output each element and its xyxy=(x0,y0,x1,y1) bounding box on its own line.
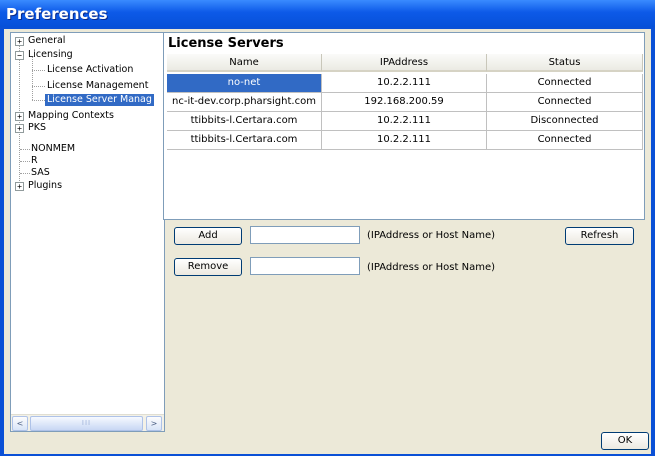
tree-branch-line xyxy=(32,86,45,87)
ok-button[interactable]: OK xyxy=(601,432,649,450)
dialog-client-area: + General − Licensing License Activation… xyxy=(4,29,651,454)
table-cell-name[interactable]: no-net xyxy=(167,74,322,93)
table-cell-status[interactable]: Connected xyxy=(487,131,643,150)
table-cell-ip[interactable]: 10.2.2.111 xyxy=(322,112,487,131)
refresh-button[interactable]: Refresh xyxy=(565,227,634,245)
tree-branch-line xyxy=(20,173,30,174)
column-header-status[interactable]: Status xyxy=(487,54,643,72)
table-cell-name[interactable]: ttibbits-l.Certara.com xyxy=(167,112,322,131)
tree-item-mapping-contexts[interactable]: Mapping Contexts xyxy=(28,110,114,122)
column-header-name[interactable]: Name xyxy=(167,54,322,72)
table-cell-ip[interactable]: 10.2.2.111 xyxy=(322,74,487,93)
tree-branch-line xyxy=(32,70,45,71)
tree-item-r[interactable]: R xyxy=(31,155,38,167)
tree-item-nonmem[interactable]: NONMEM xyxy=(31,143,75,155)
expand-mapping-contexts-icon[interactable]: + xyxy=(15,112,24,121)
table-cell-status[interactable]: Connected xyxy=(487,74,643,93)
table-cell-status[interactable]: Disconnected xyxy=(487,112,643,131)
preferences-tree: + General − Licensing License Activation… xyxy=(10,32,165,432)
table-cell-ip[interactable]: 192.168.200.59 xyxy=(322,93,487,112)
add-button[interactable]: Add xyxy=(174,227,242,245)
title-bar[interactable]: Preferences xyxy=(0,0,655,27)
license-servers-panel: License Servers Name IPAddress Status no… xyxy=(163,32,645,220)
tree-item-license-management[interactable]: License Management xyxy=(47,80,148,92)
tree-item-licensing[interactable]: Licensing xyxy=(28,49,73,61)
add-server-input[interactable] xyxy=(250,226,360,244)
remove-hint-label: (IPAddress or Host Name) xyxy=(367,262,496,273)
window-title: Preferences xyxy=(6,5,108,23)
expand-plugins-icon[interactable]: + xyxy=(15,182,24,191)
table-cell-name[interactable]: ttibbits-l.Certara.com xyxy=(167,131,322,150)
panel-title: License Servers xyxy=(168,36,284,51)
scroll-right-icon[interactable]: > xyxy=(146,416,162,431)
tree-licensing-line xyxy=(32,57,33,100)
tree-item-license-activation[interactable]: License Activation xyxy=(47,64,133,76)
column-header-ipaddress[interactable]: IPAddress xyxy=(322,54,487,72)
collapse-licensing-icon[interactable]: − xyxy=(15,51,24,60)
tree-branch-line xyxy=(20,149,30,150)
tree-item-plugins[interactable]: Plugins xyxy=(28,180,62,192)
tree-item-general[interactable]: General xyxy=(28,35,65,47)
tree-item-sas[interactable]: SAS xyxy=(31,167,50,179)
tree-item-pks[interactable]: PKS xyxy=(28,122,46,134)
tree-content: + General − Licensing License Activation… xyxy=(11,33,164,414)
tree-branch-line xyxy=(32,100,45,101)
preferences-window: Preferences + General − Licensing Licens… xyxy=(0,0,655,456)
expand-general-icon[interactable]: + xyxy=(15,37,24,46)
tree-item-license-server-manager[interactable]: License Server Manag xyxy=(45,94,154,106)
add-hint-label: (IPAddress or Host Name) xyxy=(367,230,496,241)
scrollbar-thumb[interactable]: III xyxy=(30,416,143,431)
table-cell-status[interactable]: Connected xyxy=(487,93,643,112)
table-cell-name[interactable]: nc-it-dev.corp.pharsight.com xyxy=(167,93,322,112)
remove-button[interactable]: Remove xyxy=(174,258,242,276)
tree-horizontal-scrollbar[interactable]: < III > xyxy=(11,414,164,431)
table-cell-ip[interactable]: 10.2.2.111 xyxy=(322,131,487,150)
expand-pks-icon[interactable]: + xyxy=(15,124,24,133)
remove-server-input[interactable] xyxy=(250,257,360,275)
tree-branch-line xyxy=(20,161,30,162)
scroll-left-icon[interactable]: < xyxy=(12,416,28,431)
